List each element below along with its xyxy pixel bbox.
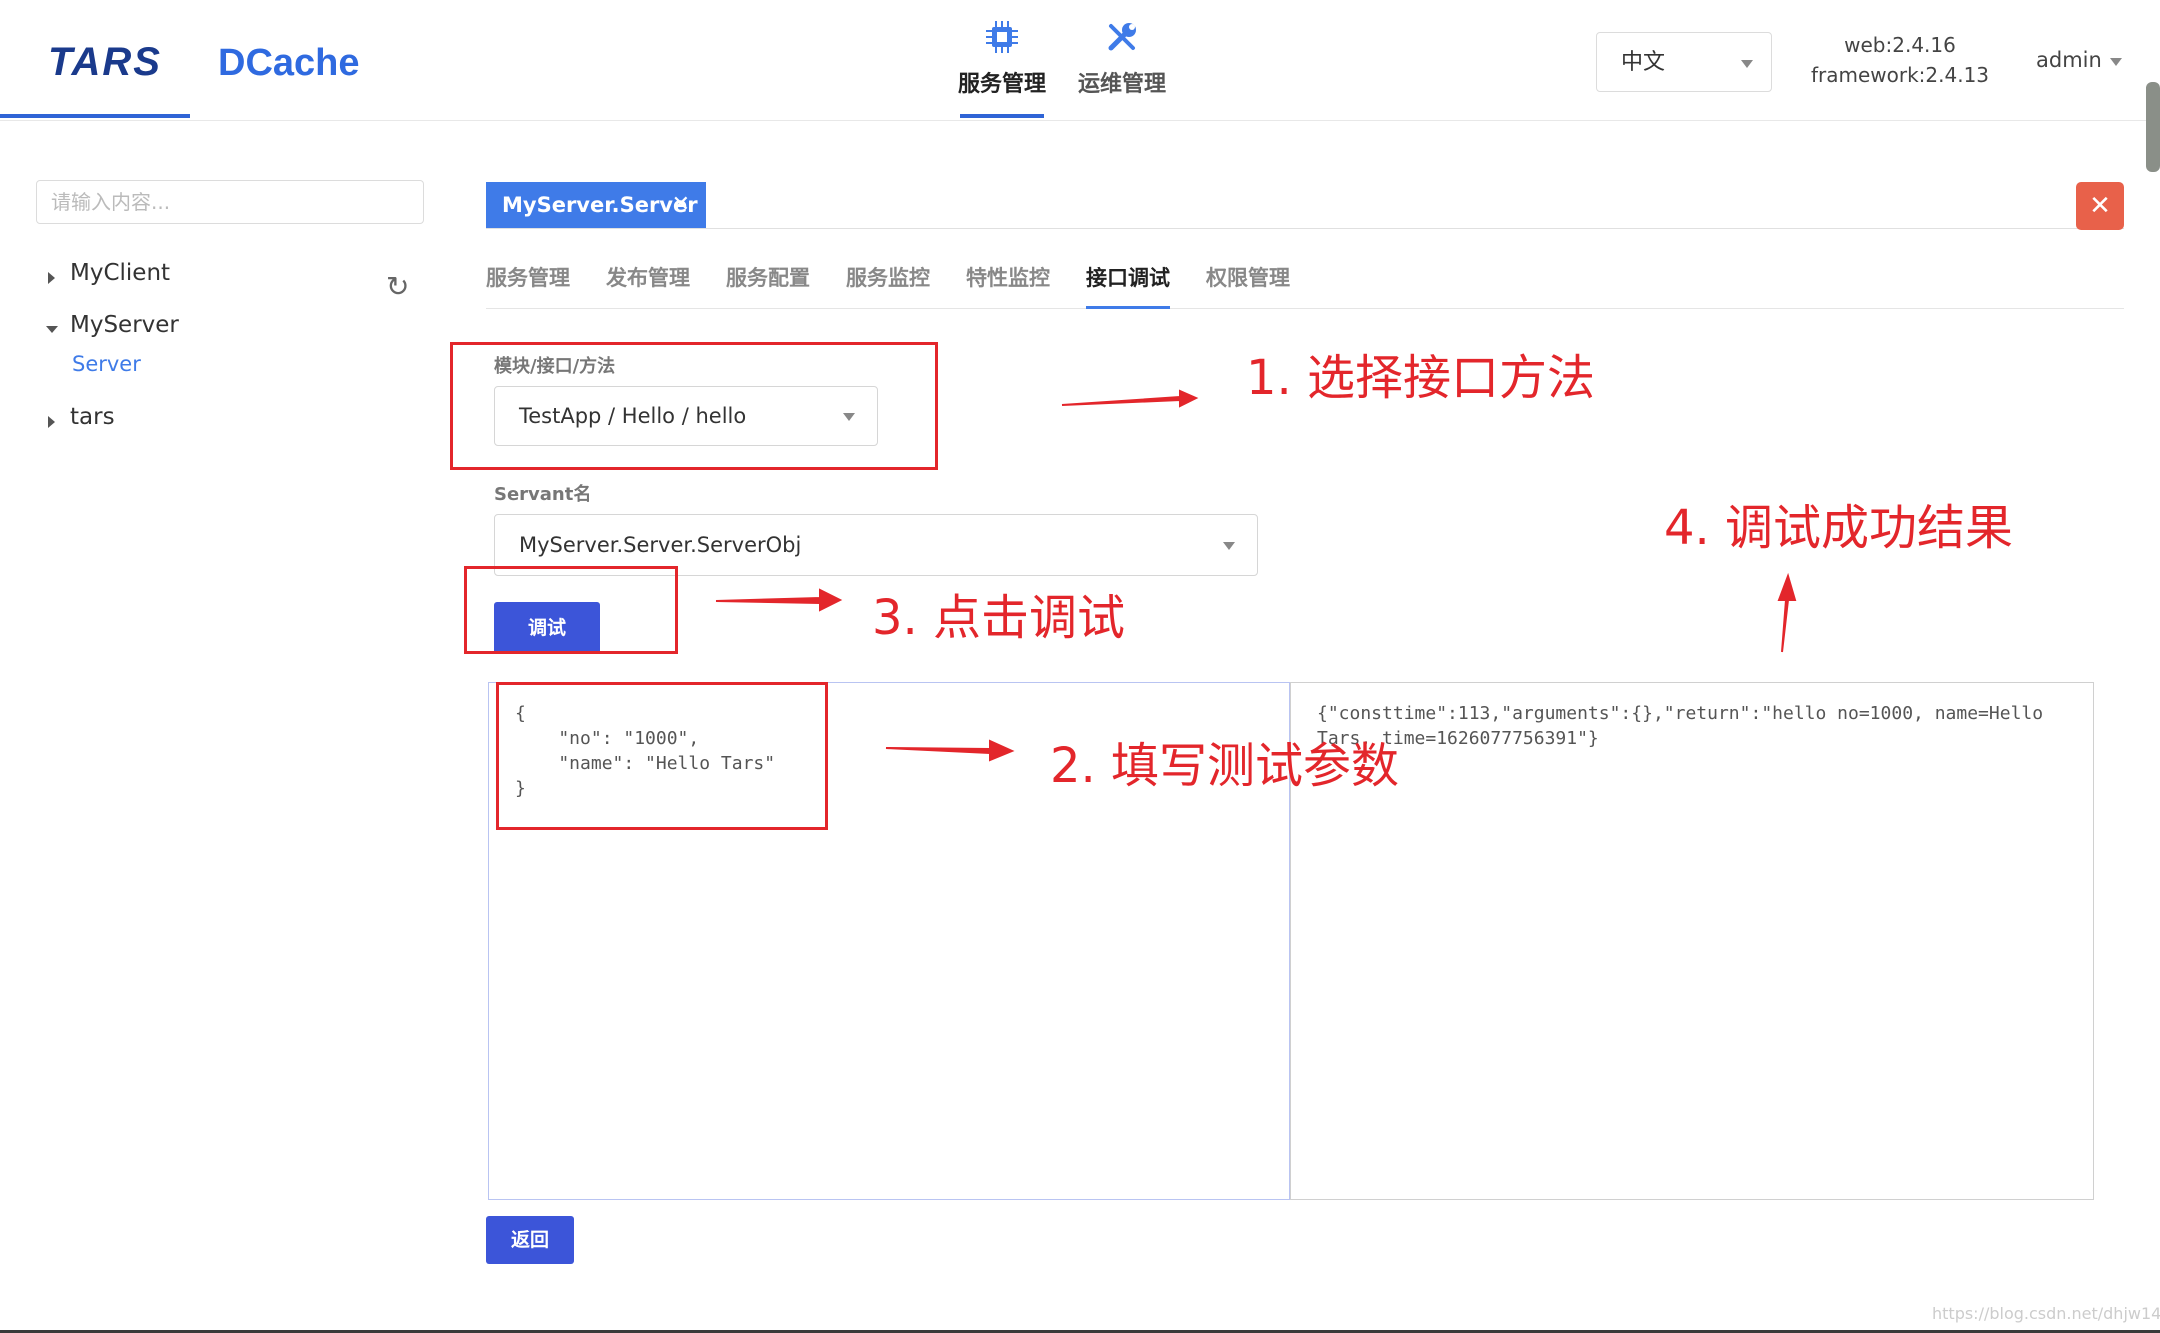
arrow-step1 <box>1061 389 1199 408</box>
arrow-step3 <box>715 588 843 612</box>
arrow-step2 <box>885 739 1015 762</box>
annotation-step2: 2. 填写测试参数 <box>1050 738 1400 794</box>
annotation-step4: 4. 调试成功结果 <box>1664 500 2014 556</box>
annotation-arrows <box>715 389 1797 762</box>
annotation-step1: 1. 选择接口方法 <box>1246 350 1596 406</box>
watermark: https://blog.csdn.net/dhjw1412 <box>1932 1304 2160 1323</box>
arrow-step4 <box>1777 572 1797 653</box>
annotation-step3: 3. 点击调试 <box>872 590 1126 646</box>
